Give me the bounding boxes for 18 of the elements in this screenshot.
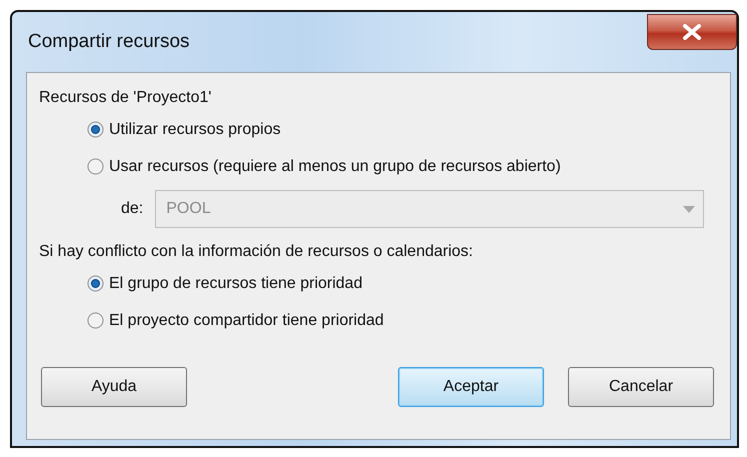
- radio-label[interactable]: El proyecto compartidor tiene prioridad: [109, 312, 384, 330]
- close-icon: [682, 24, 702, 40]
- radio-button[interactable]: [87, 312, 104, 329]
- radio-button[interactable]: [87, 158, 104, 175]
- close-button[interactable]: [647, 14, 737, 50]
- dialog-button[interactable]: Aceptar: [398, 367, 544, 407]
- group-label: Si hay conflicto con la información de recursos o calendarios:: [39, 242, 474, 262]
- radio-label[interactable]: Utilizar recursos propios: [109, 120, 281, 138]
- dialog-button[interactable]: Ayuda: [41, 367, 187, 407]
- radio-label[interactable]: El grupo de recursos tiene prioridad: [109, 274, 362, 292]
- field-label: de:: [121, 199, 144, 219]
- radio-button[interactable]: [87, 121, 104, 138]
- dropdown-caret-icon: [683, 206, 695, 212]
- group-label: Recursos de 'Proyecto1': [39, 88, 212, 108]
- window-title: Compartir recursos: [28, 31, 190, 53]
- radio-label[interactable]: Usar recursos (requiere al menos un grupo de recursos abierto): [109, 158, 561, 176]
- dialog-button[interactable]: Cancelar: [568, 367, 714, 407]
- radio-button[interactable]: [87, 275, 104, 292]
